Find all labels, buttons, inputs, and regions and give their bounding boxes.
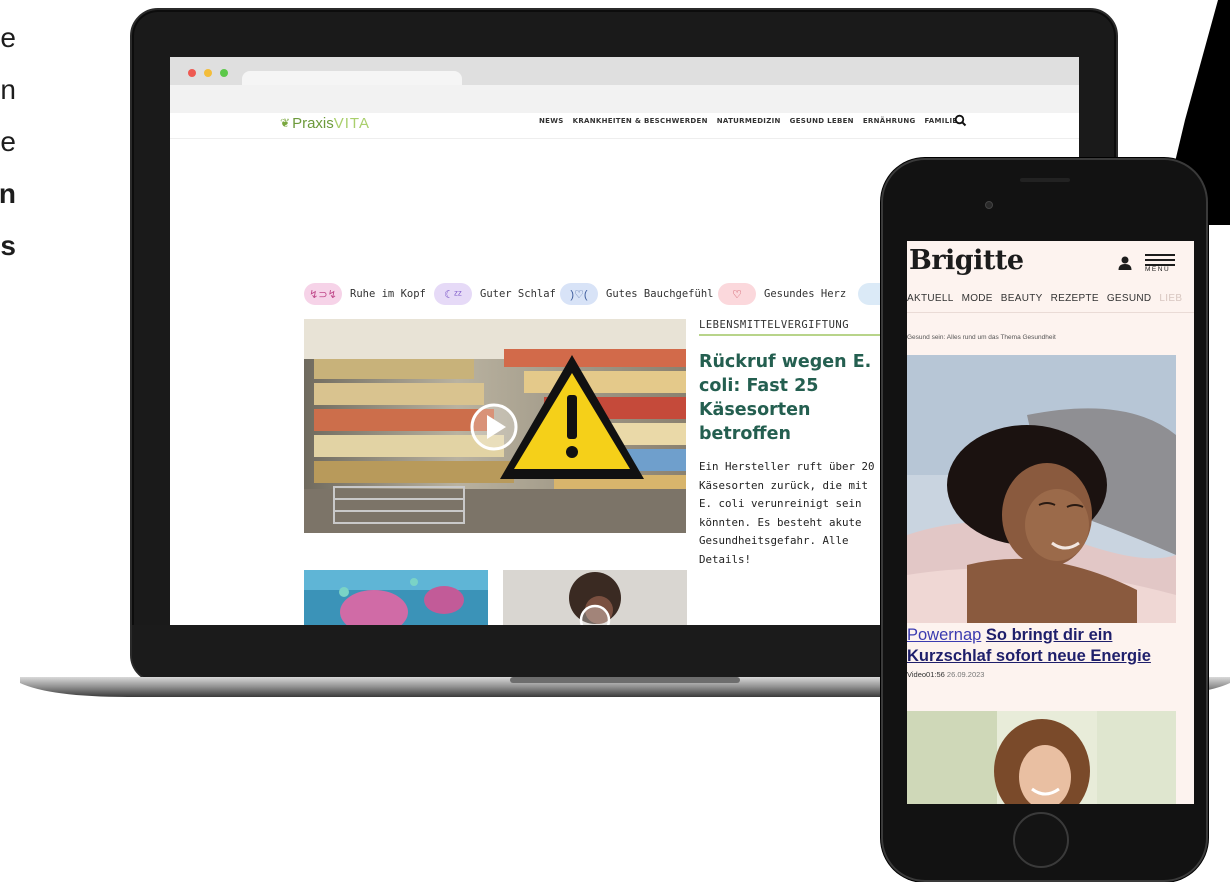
- close-window-dot[interactable]: [188, 69, 196, 77]
- publish-date: 26.09.2023: [946, 670, 985, 679]
- phone-camera: [985, 201, 993, 209]
- chip-gesundes-herz[interactable]: ♡ Gesundes Herz: [718, 282, 846, 306]
- article-headline[interactable]: Rückruf wegen E. coli: Fast 25 Käsesor­t…: [699, 350, 881, 446]
- cropped-text-line: e: [0, 22, 16, 53]
- maximize-window-dot[interactable]: [220, 69, 228, 77]
- user-icon[interactable]: [1117, 255, 1133, 271]
- nav-item[interactable]: GESUND: [1107, 293, 1152, 312]
- home-button[interactable]: [1013, 812, 1069, 868]
- chip-label: Ruhe im Kopf: [350, 288, 426, 300]
- article-kicker[interactable]: Powernap: [907, 626, 981, 644]
- nav-item[interactable]: KRANKHEITEN & BESCHWERDEN: [573, 117, 708, 125]
- main-nav: NEWS KRANKHEITEN & BESCHWERDEN NATURMEDI…: [539, 117, 957, 125]
- gut-icon: )♡(: [560, 283, 598, 305]
- article-teaser: Ein Hersteller ruft über 20 Käsesorten z…: [699, 460, 875, 566]
- brigitte-nav: AKTUELL MODE BEAUTY REZEPTE GESUND LIEB: [907, 293, 1194, 313]
- phone-screen: Brigitte MENÜ AKTUELL MODE BEAUTY REZEPT…: [907, 241, 1194, 804]
- smiling-woman-image: [907, 711, 1176, 804]
- chip-guter-schlaf[interactable]: ☾ᶻᶻ Guter Schlaf: [434, 282, 556, 306]
- article-card-bacteria[interactable]: [304, 570, 488, 625]
- nav-item[interactable]: ERNÄHRUNG: [863, 117, 916, 125]
- nav-item[interactable]: FAMILIE: [925, 117, 958, 125]
- logo-text-praxis: Praxis: [292, 114, 334, 132]
- nav-item[interactable]: REZEPTE: [1051, 293, 1099, 312]
- article-kicker: LEBENSMITTELVERGIFTUNG: [699, 319, 881, 336]
- cropped-text-line: n: [0, 74, 16, 105]
- article-title-link[interactable]: Powernap So bringt dir ein Kurzschlaf so…: [907, 625, 1187, 667]
- chip-label: Gesundes Herz: [764, 288, 847, 300]
- hero-video-thumbnail[interactable]: [304, 319, 686, 533]
- menu-label[interactable]: MENÜ: [1145, 266, 1170, 273]
- chip-label: Guter Schlaf: [480, 288, 556, 300]
- cropped-text-line: s: [0, 230, 16, 261]
- heart-icon: ♡: [718, 283, 756, 305]
- praxisvita-header: ❦ Praxis VITA NEWS KRANKHEITEN & BESCHWE…: [170, 113, 1079, 139]
- minimize-window-dot[interactable]: [204, 69, 212, 77]
- logo-text-vita: VITA: [333, 114, 370, 132]
- video-duration: 01:56: [926, 670, 945, 679]
- browser-chrome: [170, 57, 1079, 113]
- nav-item[interactable]: GESUND LEBEN: [790, 117, 854, 125]
- praxisvita-logo[interactable]: ❦ Praxis VITA: [280, 113, 370, 133]
- cropped-text-column: e n e n s: [0, 0, 16, 270]
- powernap-image[interactable]: [907, 355, 1176, 623]
- promo-stage: e n e n s ❦ Praxis VITA NEWS KRANKHEITEN: [0, 0, 1230, 882]
- search-icon[interactable]: [954, 114, 968, 128]
- nav-item[interactable]: MODE: [962, 293, 993, 312]
- cropped-text-line: e: [0, 126, 16, 157]
- phone-speaker: [1020, 178, 1070, 182]
- moon-icon: ☾ᶻᶻ: [434, 283, 472, 305]
- brigitte-logo[interactable]: Brigitte: [909, 245, 1024, 276]
- bacteria-image: [304, 570, 488, 625]
- nav-item[interactable]: BEAUTY: [1001, 293, 1043, 312]
- woman-video-image: [503, 570, 687, 625]
- ear-icon: ↯⊃↯: [304, 283, 342, 305]
- nav-item[interactable]: AKTUELL: [907, 293, 954, 312]
- nav-item[interactable]: LIEB: [1159, 293, 1182, 312]
- leaf-icon: ❦: [280, 116, 291, 130]
- article-meta: Video01:56 26.09.2023: [907, 670, 984, 679]
- supermarket-shelf-image: [304, 319, 686, 533]
- chip-label: Gutes Bauchgefühl: [606, 288, 714, 300]
- sleeping-woman-image: [907, 355, 1176, 623]
- chip-ruhe-im-kopf[interactable]: ↯⊃↯ Ruhe im Kopf: [304, 282, 426, 306]
- breadcrumb[interactable]: Gesund sein: Alles rund um das Thema Ges…: [907, 334, 1056, 341]
- cropped-text-line: n: [0, 178, 16, 209]
- article-card-video[interactable]: [503, 570, 687, 625]
- nav-item[interactable]: NATURMEDIZIN: [717, 117, 781, 125]
- hero-article[interactable]: LEBENSMITTELVERGIFTUNG Rückruf wegen E. …: [699, 319, 881, 569]
- nav-item[interactable]: NEWS: [539, 117, 564, 125]
- media-type: Video: [907, 670, 927, 679]
- brigitte-header: Brigitte MENÜ: [907, 241, 1194, 289]
- chip-gutes-bauchgefuehl[interactable]: )♡( Gutes Bauchgefühl: [560, 282, 713, 306]
- second-article-image[interactable]: [907, 711, 1176, 804]
- address-bar[interactable]: [170, 85, 1079, 113]
